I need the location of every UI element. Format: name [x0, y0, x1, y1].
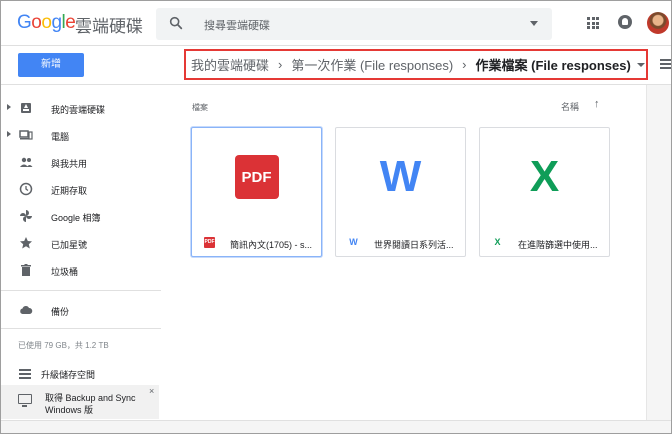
- file-preview[interactable]: X: [480, 128, 609, 226]
- photos-pinwheel-icon: [20, 210, 32, 222]
- promo-line-2: Windows 版: [45, 405, 94, 415]
- breadcrumb-my-drive[interactable]: 我的雲端硬碟: [191, 55, 269, 74]
- expand-arrow-icon[interactable]: [7, 131, 11, 137]
- sidebar-item-label: Google 相簿: [51, 213, 101, 223]
- section-title: 檔案: [192, 103, 208, 112]
- product-name: 雲端硬碟: [75, 17, 143, 36]
- word-icon: W: [379, 152, 422, 201]
- storage-icon: [19, 369, 31, 379]
- breadcrumb-current-folder[interactable]: 作業檔案 (File responses): [476, 55, 631, 74]
- pdf-small-icon: PDF: [204, 237, 215, 248]
- excel-icon: X: [529, 152, 560, 201]
- file-card-word[interactable]: W W 世界閱讀日系列活...: [335, 127, 466, 257]
- shared-people-icon: [20, 157, 33, 167]
- avatar[interactable]: [647, 12, 669, 34]
- clock-icon: [19, 182, 33, 196]
- file-preview[interactable]: W: [336, 128, 465, 226]
- sidebar-item-shared-with-me[interactable]: 與我共用: [1, 149, 161, 175]
- excel-small-icon: X: [494, 237, 501, 247]
- star-icon: [20, 237, 32, 249]
- bottom-strip: [1, 420, 671, 433]
- sidebar-item-google-photos[interactable]: Google 相簿: [1, 203, 161, 229]
- sidebar-item-backup[interactable]: 備份: [1, 297, 161, 323]
- drive-icon: [21, 103, 31, 113]
- breadcrumb-separator: ›: [462, 57, 467, 72]
- apps-grid-icon[interactable]: [587, 17, 599, 29]
- sort-direction-icon[interactable]: ↑: [594, 98, 600, 110]
- list-view-icon[interactable]: [660, 59, 671, 69]
- drive-window: Google 雲端硬碟 搜尋雲端硬碟 新增 我的雲端硬碟 › 第一次作業 (Fi…: [0, 0, 672, 434]
- sidebar-item-label: 與我共用: [51, 159, 88, 169]
- sidebar-item-label: 垃圾桶: [51, 267, 79, 277]
- sidebar-item-trash[interactable]: 垃圾桶: [1, 257, 161, 283]
- sidebar-item-my-drive[interactable]: 我的雲端硬碟: [1, 95, 161, 121]
- sidebar-divider: [1, 328, 161, 329]
- google-logo[interactable]: Google: [17, 12, 76, 34]
- file-name: 簡訊內文(1705) - s...: [230, 240, 313, 250]
- computer-icon: [19, 130, 33, 140]
- breadcrumb: 我的雲端硬碟 › 第一次作業 (File responses) › 作業檔案 (…: [184, 49, 648, 80]
- main-content: 檔案 名稱 ↑ PDF PDF 簡訊內文(1705) - s... W W 世界…: [161, 85, 646, 433]
- sidebar-divider: [1, 290, 161, 291]
- sort-by-name[interactable]: 名稱: [561, 100, 579, 113]
- sidebar-item-starred[interactable]: 已加星號: [1, 230, 161, 256]
- word-small-icon: W: [349, 237, 358, 247]
- sidebar-item-label: 備份: [51, 307, 70, 317]
- search-options-icon[interactable]: [530, 21, 538, 26]
- search-input[interactable]: 搜尋雲端硬碟: [156, 8, 552, 40]
- search-icon[interactable]: [168, 15, 184, 31]
- sidebar: 我的雲端硬碟 電腦 與我共用 近期存取 Google 相簿 已加星號 垃圾桶 備…: [1, 85, 161, 433]
- notifications-icon[interactable]: [618, 15, 632, 29]
- new-button[interactable]: 新增: [18, 53, 84, 77]
- close-icon[interactable]: ×: [149, 386, 154, 396]
- chevron-down-icon[interactable]: [636, 62, 645, 67]
- monitor-icon: [18, 394, 32, 407]
- sidebar-item-label: 近期存取: [51, 186, 88, 196]
- storage-usage: 已使用 79 GB，共 1.2 TB: [18, 341, 109, 350]
- sidebar-item-label: 已加星號: [51, 240, 88, 250]
- file-name: 世界閱讀日系列活...: [374, 240, 454, 250]
- expand-arrow-icon[interactable]: [7, 104, 11, 110]
- details-panel-strip[interactable]: [646, 85, 671, 420]
- sidebar-item-recent[interactable]: 近期存取: [1, 176, 161, 202]
- search-placeholder: 搜尋雲端硬碟: [204, 20, 270, 32]
- top-bar: Google 雲端硬碟 搜尋雲端硬碟: [1, 1, 671, 46]
- breadcrumb-separator: ›: [278, 57, 283, 72]
- sidebar-item-computers[interactable]: 電腦: [1, 122, 161, 148]
- trash-icon: [21, 264, 31, 276]
- file-footer[interactable]: PDF 簡訊內文(1705) - s...: [192, 226, 321, 258]
- action-bar: 新增 我的雲端硬碟 › 第一次作業 (File responses) › 作業檔…: [1, 46, 671, 85]
- upgrade-storage-link[interactable]: 升級儲存空間: [41, 368, 95, 381]
- cloud-icon: [20, 306, 33, 314]
- sidebar-item-label: 電腦: [51, 132, 70, 142]
- file-name: 在進階篩選中使用...: [518, 240, 598, 250]
- file-card-pdf[interactable]: PDF PDF 簡訊內文(1705) - s...: [191, 127, 322, 257]
- file-footer[interactable]: X 在進階篩選中使用...: [480, 226, 609, 258]
- file-footer[interactable]: W 世界閱讀日系列活...: [336, 226, 465, 258]
- sidebar-item-label: 我的雲端硬碟: [51, 105, 106, 115]
- pdf-icon: PDF: [234, 155, 279, 199]
- breadcrumb-first-assignment[interactable]: 第一次作業 (File responses): [291, 55, 453, 74]
- file-card-excel[interactable]: X X 在進階篩選中使用...: [479, 127, 610, 257]
- backup-sync-promo[interactable]: 取得 Backup and Sync Windows 版 ×: [1, 385, 159, 419]
- file-preview[interactable]: PDF: [192, 128, 321, 226]
